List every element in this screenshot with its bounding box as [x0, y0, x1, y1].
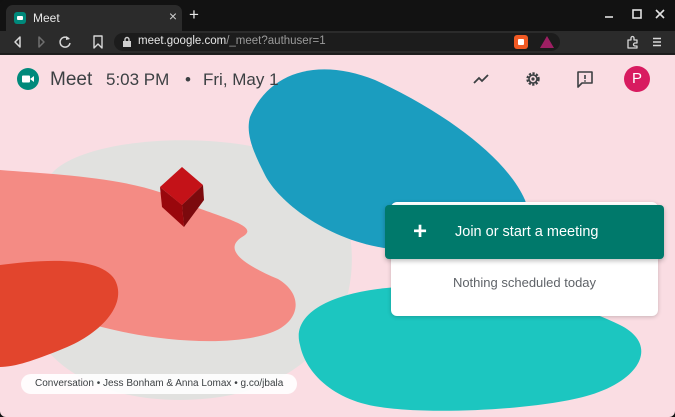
close-icon[interactable] — [652, 6, 668, 22]
meet-logo-icon[interactable] — [16, 67, 40, 91]
current-time: 5:03 PM — [106, 70, 170, 89]
meet-page: Meet 5:03 PM • Fri, May 1 P + Join or st… — [0, 55, 675, 417]
url-text: meet.google.com/_meet?authuser=1 — [138, 35, 326, 47]
url-path: /_meet?authuser=1 — [226, 35, 326, 47]
menu-icon[interactable] — [649, 34, 665, 50]
credit-title: Conversation — [35, 378, 94, 389]
omnibox[interactable]: meet.google.com/_meet?authuser=1 — [114, 33, 560, 51]
lock-icon[interactable] — [122, 36, 132, 51]
tab-close-icon[interactable]: × — [166, 8, 180, 24]
trend-icon[interactable] — [470, 68, 492, 90]
forward-icon[interactable] — [33, 34, 49, 50]
extensions-icon[interactable] — [625, 34, 641, 50]
address-toolbar: meet.google.com/_meet?authuser=1 — [0, 31, 675, 54]
minimize-icon[interactable] — [601, 6, 617, 22]
avatar[interactable]: P — [624, 66, 650, 92]
brave-shield-icon[interactable] — [514, 35, 528, 49]
feedback-icon[interactable] — [574, 68, 596, 90]
back-icon[interactable] — [10, 34, 26, 50]
schedule-status: Nothing scheduled today — [452, 275, 597, 290]
meet-favicon-icon — [14, 12, 26, 24]
tab-strip: Meet × + — [0, 0, 675, 31]
join-button-label: Join or start a meeting — [455, 224, 599, 240]
maximize-icon[interactable] — [629, 6, 645, 22]
app-name: Meet — [50, 69, 93, 90]
current-date: Fri, May 1 — [203, 70, 279, 89]
credit-link[interactable]: g.co/jbala — [241, 378, 284, 389]
header-separator: • — [185, 70, 191, 89]
bookmark-icon[interactable] — [90, 34, 106, 50]
artwork-credit: Conversation • Jess Bonham & Anna Lomax … — [21, 374, 298, 394]
tab-title: Meet — [33, 11, 60, 25]
credit-separator: • — [96, 378, 101, 389]
credit-artists: Jess Bonham & Anna Lomax — [103, 378, 232, 389]
tab-meet[interactable]: Meet × — [6, 5, 182, 31]
gear-icon[interactable] — [522, 68, 544, 90]
meet-header: Meet 5:03 PM • Fri, May 1 P — [0, 55, 675, 103]
join-or-start-meeting-button[interactable]: + Join or start a meeting — [385, 205, 664, 259]
plus-icon: + — [413, 218, 428, 245]
reload-icon[interactable] — [57, 34, 73, 50]
credit-separator: • — [234, 378, 238, 389]
browser-window: Meet × + meet.google.com/_meet?authuser=… — [0, 0, 675, 417]
url-host: meet.google.com — [138, 35, 227, 47]
brave-rewards-icon[interactable] — [540, 36, 554, 48]
new-tab-button[interactable]: + — [186, 5, 202, 25]
